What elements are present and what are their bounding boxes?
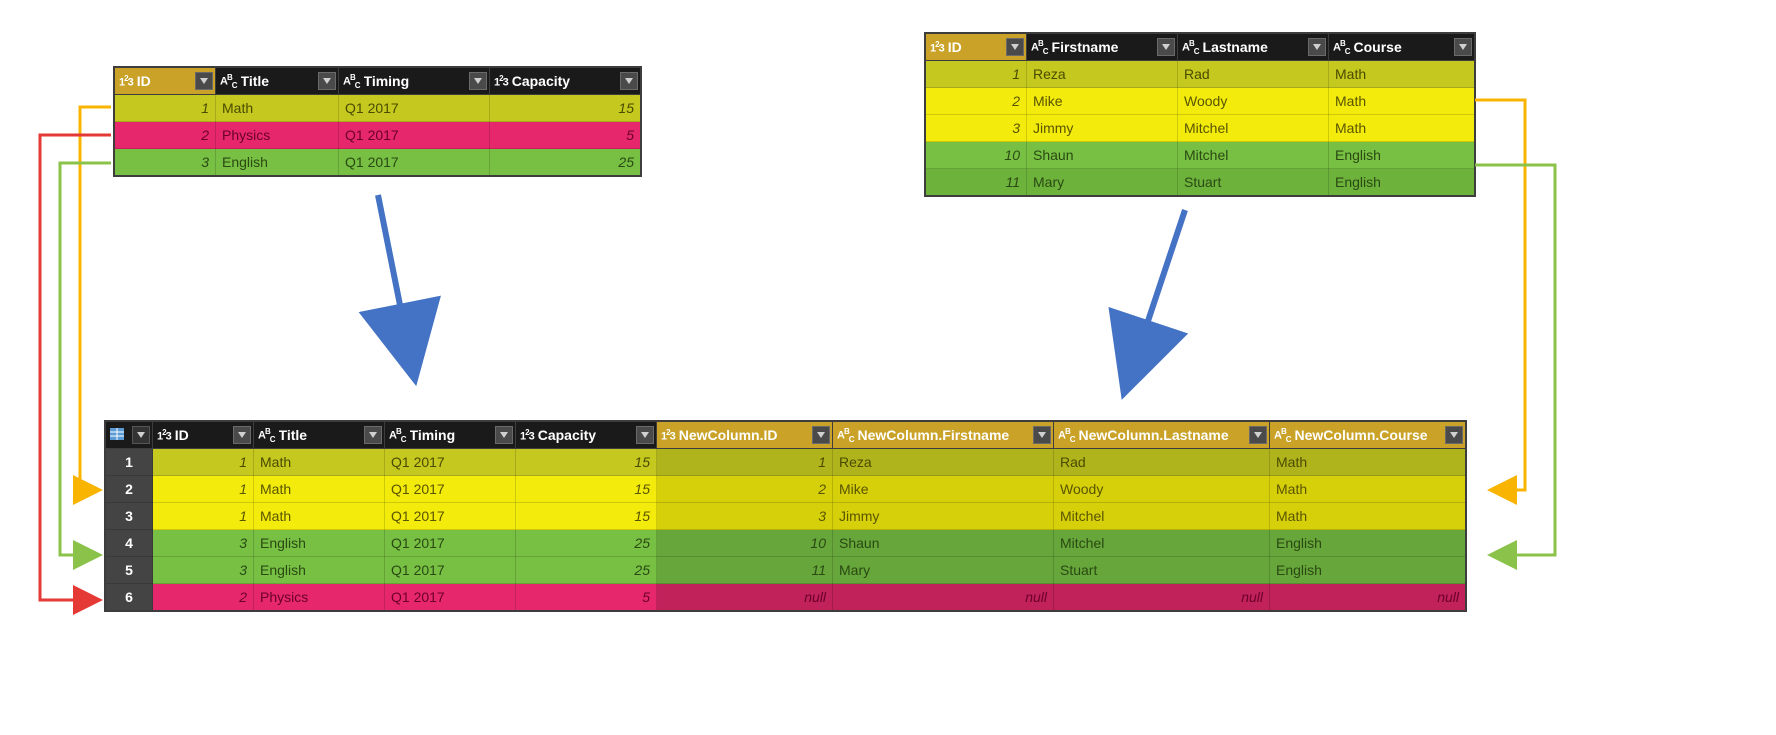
connector-lines [0,0,1776,735]
